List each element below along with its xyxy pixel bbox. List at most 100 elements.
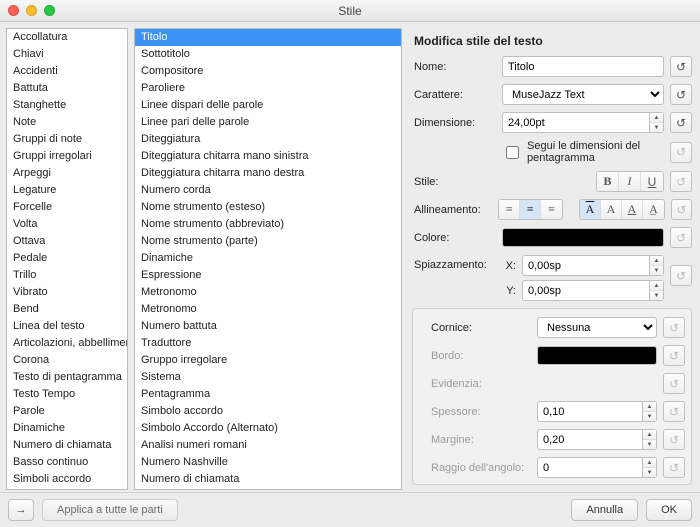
style-item[interactable]: Espressione bbox=[135, 267, 401, 284]
reset-follow-button[interactable]: ↺ bbox=[670, 142, 692, 163]
offset-y-stepper[interactable]: ▲▼ bbox=[650, 280, 664, 301]
italic-button[interactable]: I bbox=[619, 172, 641, 191]
align-right-button[interactable]: ≡ bbox=[541, 200, 562, 219]
category-item[interactable]: Battuta bbox=[7, 80, 127, 97]
reset-border-button[interactable]: ↺ bbox=[663, 345, 685, 366]
border-color-picker[interactable] bbox=[537, 346, 657, 365]
category-item[interactable]: Basso continuo bbox=[7, 454, 127, 471]
align-center-button[interactable]: ≡ bbox=[520, 200, 541, 219]
category-item[interactable]: Simboli accordo bbox=[7, 471, 127, 488]
category-item[interactable]: Dinamiche bbox=[7, 420, 127, 437]
category-item[interactable]: Articolazioni, abbellimenti bbox=[7, 335, 127, 352]
style-item[interactable]: Nome strumento (parte) bbox=[135, 233, 401, 250]
category-item[interactable]: Testo di pentagramma bbox=[7, 369, 127, 386]
color-picker[interactable] bbox=[502, 228, 664, 247]
cancel-button[interactable]: Annulla bbox=[571, 499, 638, 521]
align-top-button[interactable]: A bbox=[580, 200, 601, 219]
style-item[interactable]: Testo ripetizioni sinistra bbox=[135, 488, 401, 490]
size-stepper[interactable]: ▲▼ bbox=[650, 112, 664, 133]
reset-name-button[interactable]: ↺ bbox=[670, 56, 692, 77]
category-item[interactable]: Trillo bbox=[7, 267, 127, 284]
style-item[interactable]: Titolo bbox=[135, 29, 401, 46]
style-item[interactable]: Simbolo accordo bbox=[135, 403, 401, 420]
category-item[interactable]: Numero di chiamata bbox=[7, 437, 127, 454]
style-item[interactable]: Nome strumento (esteso) bbox=[135, 199, 401, 216]
style-item[interactable]: Analisi numeri romani bbox=[135, 437, 401, 454]
style-list[interactable]: TitoloSottotitoloCompositoreParoliereLin… bbox=[134, 28, 402, 490]
offset-y-field[interactable] bbox=[522, 280, 650, 301]
style-item[interactable]: Linee dispari delle parole bbox=[135, 97, 401, 114]
thickness-stepper[interactable]: ▲▼ bbox=[643, 401, 657, 422]
radius-field[interactable] bbox=[537, 457, 643, 478]
category-item[interactable]: Gruppi di note bbox=[7, 131, 127, 148]
style-item[interactable]: Gruppo irregolare bbox=[135, 352, 401, 369]
category-item[interactable]: Forcelle bbox=[7, 199, 127, 216]
reset-font-button[interactable]: ↺ bbox=[670, 84, 692, 105]
reset-margin-button[interactable]: ↺ bbox=[663, 429, 685, 450]
reset-size-button[interactable]: ↺ bbox=[670, 112, 692, 133]
radius-stepper[interactable]: ▲▼ bbox=[643, 457, 657, 478]
style-item[interactable]: Dinamiche bbox=[135, 250, 401, 267]
category-item[interactable]: Stanghette bbox=[7, 97, 127, 114]
category-item[interactable]: Volta bbox=[7, 216, 127, 233]
offset-x-stepper[interactable]: ▲▼ bbox=[650, 255, 664, 276]
style-item[interactable]: Diteggiatura chitarra mano sinistra bbox=[135, 148, 401, 165]
ok-button[interactable]: OK bbox=[646, 499, 692, 521]
category-item[interactable]: Ottava bbox=[7, 233, 127, 250]
style-item[interactable]: Numero di chiamata bbox=[135, 471, 401, 488]
align-bottom-button[interactable]: A̲ bbox=[643, 200, 664, 219]
font-select[interactable]: MuseJazz Text bbox=[502, 84, 664, 105]
size-field[interactable] bbox=[502, 112, 650, 133]
style-item[interactable]: Pentagramma bbox=[135, 386, 401, 403]
style-item[interactable]: Numero Nashville bbox=[135, 454, 401, 471]
reset-thickness-button[interactable]: ↺ bbox=[663, 401, 685, 422]
reset-color-button[interactable]: ↺ bbox=[670, 227, 692, 248]
style-item[interactable]: Diteggiatura bbox=[135, 131, 401, 148]
style-item[interactable]: Numero battuta bbox=[135, 318, 401, 335]
style-item[interactable]: Simbolo Accordo (Alternato) bbox=[135, 420, 401, 437]
category-item[interactable]: Arpeggi bbox=[7, 165, 127, 182]
category-item[interactable]: Linea del testo bbox=[7, 318, 127, 335]
category-item[interactable]: Diagrammi chitarra bbox=[7, 488, 127, 490]
style-item[interactable]: Traduttore bbox=[135, 335, 401, 352]
category-item[interactable]: Note bbox=[7, 114, 127, 131]
back-button[interactable]: → bbox=[8, 499, 34, 521]
reset-radius-button[interactable]: ↺ bbox=[663, 457, 685, 478]
style-item[interactable]: Linee pari delle parole bbox=[135, 114, 401, 131]
follow-staff-input[interactable] bbox=[506, 146, 519, 159]
reset-style-button[interactable]: ↺ bbox=[670, 171, 692, 192]
category-item[interactable]: Corona bbox=[7, 352, 127, 369]
reset-align-button[interactable]: ↺ bbox=[671, 199, 692, 220]
category-item[interactable]: Gruppi irregolari bbox=[7, 148, 127, 165]
category-item[interactable]: Pedale bbox=[7, 250, 127, 267]
margin-field[interactable] bbox=[537, 429, 643, 450]
style-item[interactable]: Sottotitolo bbox=[135, 46, 401, 63]
category-item[interactable]: Legature bbox=[7, 182, 127, 199]
style-item[interactable]: Metronomo bbox=[135, 301, 401, 318]
category-item[interactable]: Accidenti bbox=[7, 63, 127, 80]
apply-all-button[interactable]: Applica a tutte le parti bbox=[42, 499, 178, 521]
reset-highlight-button[interactable]: ↺ bbox=[663, 373, 685, 394]
reset-offset-button[interactable]: ↺ bbox=[670, 265, 692, 286]
category-item[interactable]: Parole bbox=[7, 403, 127, 420]
style-item[interactable]: Metronomo bbox=[135, 284, 401, 301]
align-vcenter-button[interactable]: A bbox=[601, 200, 622, 219]
style-item[interactable]: Diteggiatura chitarra mano destra bbox=[135, 165, 401, 182]
style-item[interactable]: Compositore bbox=[135, 63, 401, 80]
align-left-button[interactable]: ≡ bbox=[499, 200, 520, 219]
style-item[interactable]: Nome strumento (abbreviato) bbox=[135, 216, 401, 233]
style-item[interactable]: Numero corda bbox=[135, 182, 401, 199]
name-field[interactable] bbox=[502, 56, 664, 77]
category-item[interactable]: Vibrato bbox=[7, 284, 127, 301]
category-item[interactable]: Bend bbox=[7, 301, 127, 318]
style-item[interactable]: Sistema bbox=[135, 369, 401, 386]
category-list[interactable]: AccollaturaChiaviAccidentiBattutaStanghe… bbox=[6, 28, 128, 490]
bold-button[interactable]: B bbox=[597, 172, 619, 191]
category-item[interactable]: Testo Tempo bbox=[7, 386, 127, 403]
margin-stepper[interactable]: ▲▼ bbox=[643, 429, 657, 450]
category-item[interactable]: Chiavi bbox=[7, 46, 127, 63]
thickness-field[interactable] bbox=[537, 401, 643, 422]
category-item[interactable]: Accollatura bbox=[7, 29, 127, 46]
style-item[interactable]: Paroliere bbox=[135, 80, 401, 97]
frame-select[interactable]: Nessuna bbox=[537, 317, 657, 338]
